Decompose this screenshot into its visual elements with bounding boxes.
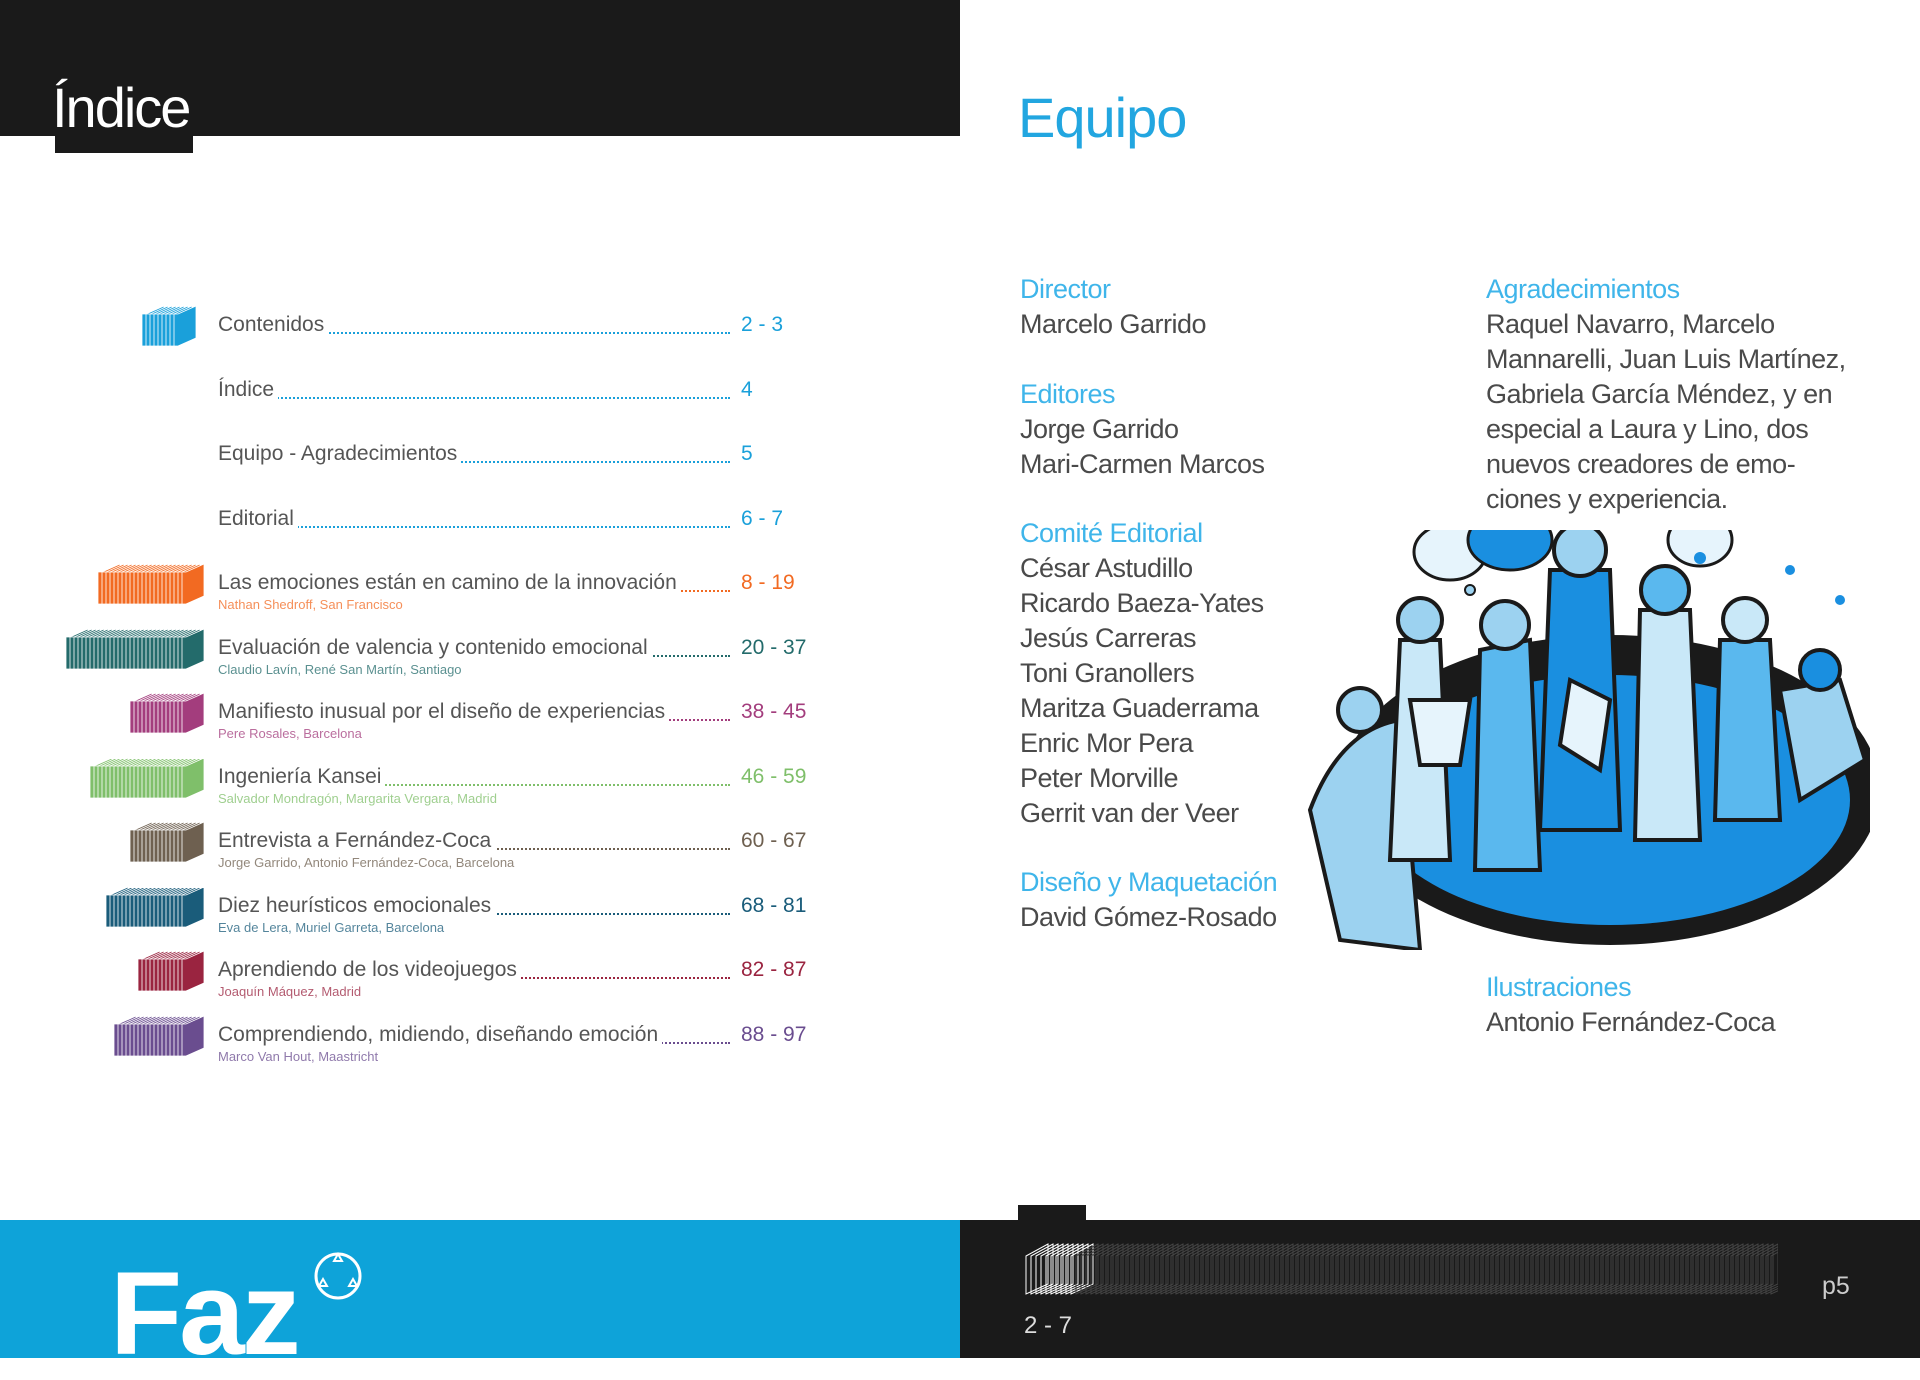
pages-strip-icon — [1025, 1243, 1778, 1295]
editors-block: Editores Jorge Garrido Mari-Carmen Marco… — [1020, 377, 1265, 482]
toc-pages: 8 - 19 — [741, 571, 795, 594]
toc-entry[interactable]: Las emociones están en camino de la inno… — [218, 570, 818, 618]
page-number: p5 — [1822, 1272, 1850, 1300]
role-label: Ilustraciones — [1486, 972, 1632, 1002]
toc-entry[interactable]: Diez heurísticos emocionales 68 - 81 Eva d… — [218, 893, 818, 941]
toc-entry[interactable]: Contenidos 2 - 3 — [218, 312, 818, 360]
toc-entry[interactable]: Aprendiendo de los videojuegos 82 - 87 Joa… — [218, 957, 818, 1005]
article-stack-icon — [66, 629, 205, 669]
toc-author: Salvador Mondragón, Margarita Vergara, M… — [218, 791, 497, 806]
member-name: Jesús Carreras — [1020, 623, 1197, 653]
article-stack-icon — [106, 887, 205, 927]
committee-block: Comité Editorial César Astudillo Ricardo… — [1020, 516, 1264, 831]
toc-title: Contenidos — [218, 312, 329, 338]
article-stack-icon — [130, 693, 205, 733]
toc-title: Índice — [218, 377, 279, 403]
role-label: Agradecimientos — [1486, 274, 1680, 304]
toc-title: Las emociones están en camino de la inno… — [218, 570, 681, 596]
footer-tab — [1018, 1205, 1086, 1221]
toc-author: Eva de Lera, Muriel Garreta, Barcelona — [218, 920, 445, 935]
toc-author: Marco Van Hout, Maastricht — [218, 1049, 379, 1064]
toc-title: Equipo - Agradecimientos — [218, 441, 462, 467]
toc-entry[interactable]: Editorial 6 - 7 — [218, 506, 818, 554]
toc-entry[interactable]: Manifiesto inusual por el diseño de expe… — [218, 699, 818, 747]
article-stack-icon — [90, 758, 205, 798]
toc-entry[interactable]: Evaluación de valencia y contenido emoci… — [218, 635, 818, 683]
toc-title: Evaluación de valencia y contenido emoci… — [218, 635, 652, 661]
member-name: Maritza Guaderrama — [1020, 693, 1259, 723]
member-name: Mari-Carmen Marcos — [1020, 449, 1265, 479]
toc-author: Claudio Lavín, René San Martín, Santiago — [218, 662, 462, 677]
member-name: Gerrit van der Veer — [1020, 798, 1239, 828]
toc-entry[interactable]: Ingeniería Kansei 46 - 59 Salvador Mondrag… — [218, 764, 818, 812]
toc-title: Comprendiendo, midiendo, diseñando emoci… — [218, 1022, 663, 1048]
page-title: Índice — [52, 76, 191, 139]
toc-pages: 4 — [741, 378, 753, 401]
member-name: Peter Morville — [1020, 763, 1179, 793]
toc-title: Ingeniería Kansei — [218, 764, 386, 790]
toc-pages: 46 - 59 — [741, 765, 807, 788]
article-stack-icon — [98, 564, 205, 604]
section-range: 2 - 7 — [1024, 1312, 1073, 1339]
toc-author: Joaquín Máquez, Madrid — [218, 984, 362, 999]
toc-title: Editorial — [218, 506, 298, 532]
toc-pages: 68 - 81 — [741, 894, 807, 917]
team-title: Equipo — [1018, 86, 1187, 149]
article-stack-icon — [138, 951, 205, 991]
toc-author: Pere Rosales, Barcelona — [218, 726, 362, 741]
toc-author: Nathan Shedroff, San Francisco — [218, 597, 403, 612]
member-name: Jorge Garrido — [1020, 414, 1179, 444]
article-stack-icon — [114, 1016, 205, 1056]
thanks-text: Raquel Navarro, Marcelo Mannarelli, Juan… — [1486, 309, 1846, 514]
thanks-block: Agradecimientos Raquel Navarro, Marcelo … — [1486, 272, 1866, 517]
design-block: Diseño y Maquetación David Gómez-Rosado — [1020, 865, 1278, 935]
toc-title: Manifiesto inusual por el diseño de expe… — [218, 699, 670, 725]
role-label: Comité Editorial — [1020, 518, 1203, 548]
toc-pages: 6 - 7 — [741, 507, 784, 530]
toc-pages: 20 - 37 — [741, 636, 807, 659]
member-name: Toni Granollers — [1020, 658, 1195, 688]
role-label: Editores — [1020, 379, 1116, 409]
toc-pages: 5 — [741, 442, 753, 465]
member-name: César Astudillo — [1020, 553, 1193, 583]
director-block: Director Marcelo Garrido — [1020, 272, 1207, 342]
toc-pages: 38 - 45 — [741, 700, 807, 723]
article-stack-icon — [130, 822, 205, 862]
crowd-illustration — [1307, 530, 1870, 950]
toc-entry[interactable]: Índice 4 — [218, 377, 818, 425]
toc-pages: 82 - 87 — [741, 958, 807, 981]
toc-entry[interactable]: Equipo - Agradecimientos 5 — [218, 441, 818, 489]
toc-title: Aprendiendo de los videojuegos — [218, 957, 521, 983]
toc-leader-dots — [218, 397, 730, 399]
member-name: Marcelo Garrido — [1020, 309, 1207, 339]
toc-pages: 60 - 67 — [741, 829, 807, 852]
member-name: Ricardo Baeza-Yates — [1020, 588, 1264, 618]
toc-pages: 88 - 97 — [741, 1023, 807, 1046]
member-name: Enric Mor Pera — [1020, 728, 1194, 758]
faz-ring-icon — [314, 1251, 362, 1300]
member-name: Antonio Fernández-Coca — [1486, 1007, 1776, 1037]
toc-pages: 2 - 3 — [741, 313, 784, 336]
member-name: David Gómez-Rosado — [1020, 902, 1277, 932]
toc-entry[interactable]: Comprendiendo, midiendo, diseñando emoci… — [218, 1022, 818, 1070]
toc-title: Entrevista a Fernández-Coca — [218, 828, 496, 854]
toc-author: Jorge Garrido, Antonio Fernández-Coca, B… — [218, 855, 515, 870]
toc-title: Diez heurísticos emocionales — [218, 893, 496, 919]
faz-logo: Faz — [110, 1248, 301, 1380]
illustrations-block: Ilustraciones Antonio Fernández-Coca — [1486, 970, 1776, 1040]
toc-entry[interactable]: Entrevista a Fernández-Coca 60 - 67 Jorge … — [218, 828, 818, 876]
article-stack-icon — [142, 306, 197, 346]
role-label: Diseño y Maquetación — [1020, 867, 1278, 897]
role-label: Director — [1020, 274, 1111, 304]
